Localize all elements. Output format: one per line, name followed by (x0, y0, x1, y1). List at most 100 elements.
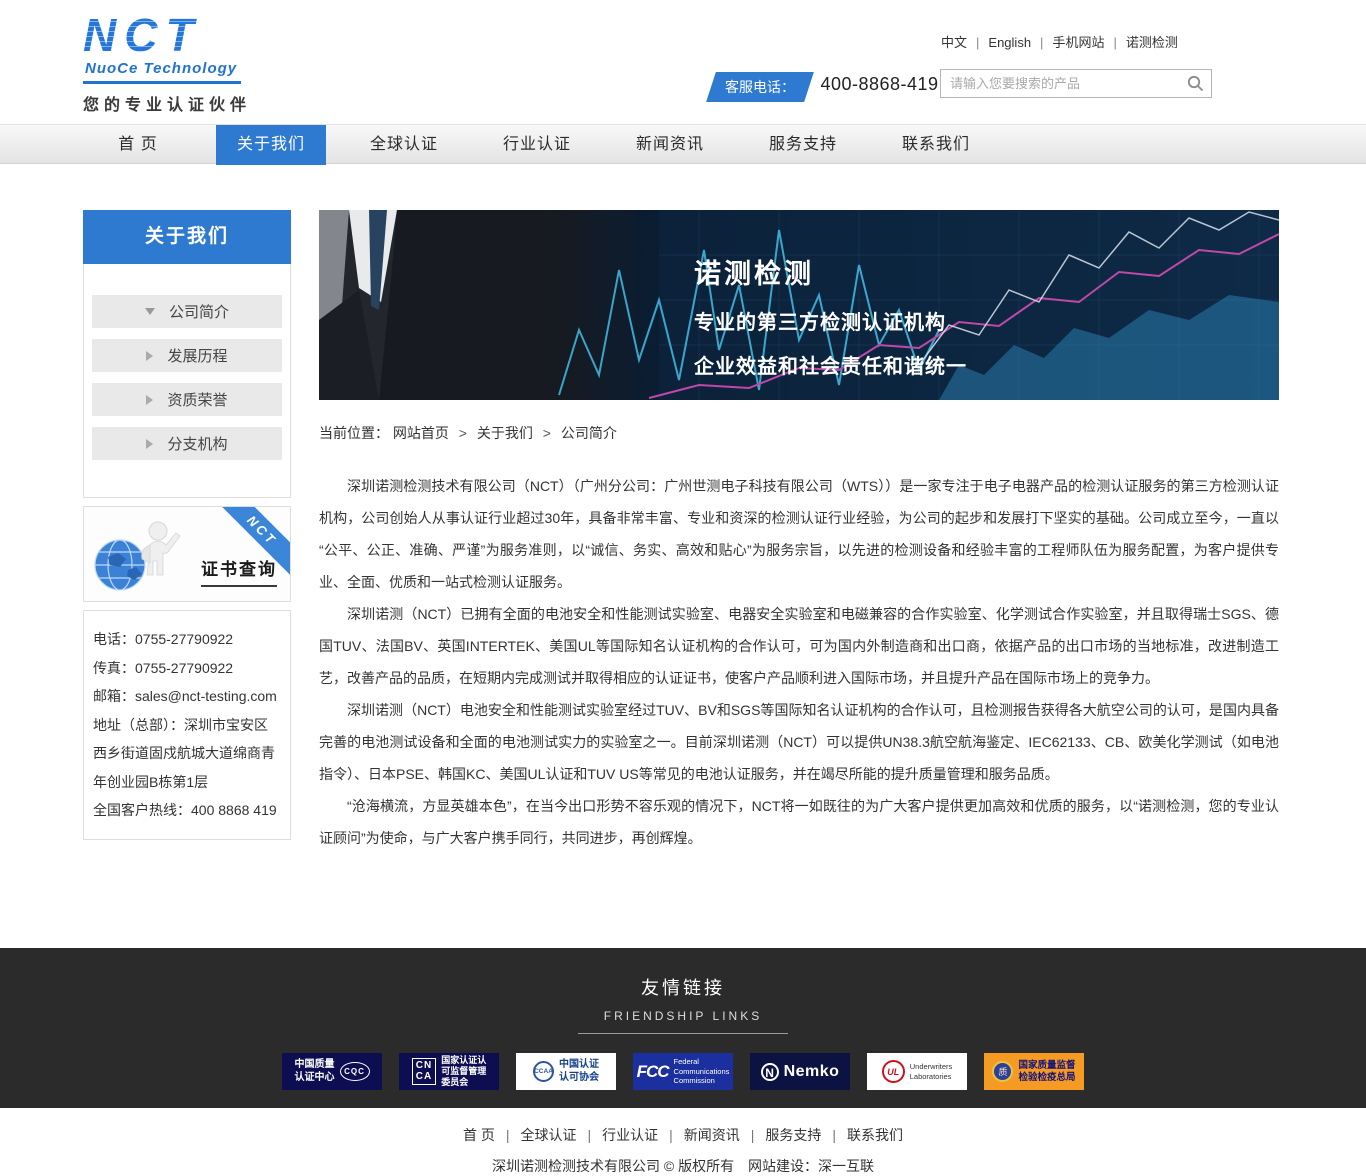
brand-logo[interactable]: NCT NuoCe Technology 您的专业认证伙伴 (83, 12, 343, 115)
nav-item-global-certification[interactable]: 全球认证 (349, 125, 459, 165)
banner-title: 诺测检测 (694, 252, 967, 291)
breadcrumb-separator: > (543, 425, 551, 441)
search-icon[interactable] (1179, 70, 1211, 97)
nav-item-about[interactable]: 关于我们 (216, 125, 326, 165)
footer-link-global-certification[interactable]: 全球认证 (520, 1127, 576, 1143)
article-paragraph: 深圳诺测（NCT）已拥有全面的电池安全和性能测试实验室、电器安全实验室和电磁兼容… (319, 598, 1279, 694)
triangle-right-icon (146, 395, 153, 405)
copyright-text: 深圳诺测检测技术有限公司 © 版权所有 (492, 1158, 734, 1174)
logo-fcc[interactable]: FCC FederalCommunicationsCommission (633, 1053, 733, 1090)
logo-ccaa[interactable]: CCAA 中国认证认可协会 (516, 1053, 616, 1090)
sidebar: 关于我们 公司简介 发展历程 资质荣誉 分支机构 NCT (83, 210, 291, 840)
contact-info-panel: 电话：0755-27790922 传真：0755-27790922 邮箱：sal… (83, 610, 291, 840)
nct-testing-link[interactable]: 诺测检测 (1126, 35, 1178, 50)
contact-hotline: 全国客户热线：400 8868 419 (93, 796, 281, 825)
service-hotline: 客服电话： 400-8868-419 (711, 72, 939, 102)
cqc-globe-icon: CQC (340, 1062, 370, 1081)
breadcrumb-current[interactable]: 公司简介 (561, 425, 617, 441)
footer-link-home[interactable]: 首 页 (463, 1127, 495, 1143)
mobile-site-link[interactable]: 手机网站 (1052, 35, 1104, 50)
separator: | (587, 1127, 591, 1143)
main-nav: 首 页 关于我们 全球认证 行业认证 新闻资讯 服务支持 联系我们 (0, 124, 1366, 164)
certificate-query-label: 证书查询 (201, 555, 277, 587)
logo-ul[interactable]: UL UnderwritersLaboratories (867, 1053, 967, 1090)
ul-circle-icon: UL (882, 1060, 905, 1083)
sidebar-item-branches[interactable]: 分支机构 (92, 427, 282, 460)
separator: | (1040, 35, 1043, 50)
logo-tagline: 您的专业认证伙伴 (83, 91, 343, 115)
article-paragraph: “沧海横流，方显英雄本色”，在当今出口形势不容乐观的情况下，NCT将一如既往的为… (319, 790, 1279, 854)
page-header: NCT NuoCe Technology 您的专业认证伙伴 中文 | English… (0, 0, 1366, 124)
separator: | (669, 1127, 673, 1143)
logo-text: NCT (83, 12, 343, 58)
sidebar-item-label: 发展历程 (167, 345, 227, 366)
contact-address: 地址（总部）：深圳市宝安区西乡街道固戍航城大道绵商青年创业园B栋第1层 (93, 711, 281, 797)
contact-email: 邮箱：sales@nct-testing.com (93, 682, 281, 711)
hotline-number: 400-8868-419 (820, 74, 938, 94)
sidebar-item-history[interactable]: 发展历程 (92, 339, 282, 372)
separator: | (1113, 35, 1116, 50)
bottom-footer: 首 页 | 全球认证 | 行业认证 | 新闻资讯 | 服务支持 | 联系我们 深圳诺测检测技术有限公… (0, 1108, 1366, 1171)
ccaa-emblem-icon: CCAA (533, 1061, 554, 1082)
copyright-line: 深圳诺测检测技术有限公司 © 版权所有 网站建设：深一互联 (0, 1156, 1366, 1176)
triangle-right-icon (146, 351, 153, 361)
certificate-query-box[interactable]: NCT 证书查询 (83, 506, 291, 602)
hotline-badge: 客服电话： (711, 72, 809, 102)
breadcrumb: 当前位置： 网站首页 > 关于我们 > 公司简介 (319, 423, 1279, 443)
nemko-circle-icon: N (761, 1063, 779, 1081)
nav-item-home[interactable]: 首 页 (83, 125, 193, 165)
suit-silhouette (319, 210, 659, 400)
article-paragraph: 深圳诺测检测技术有限公司（NCT）（广州分公司：广州世测电子科技有限公司（WTS… (319, 470, 1279, 598)
lang-english-link[interactable]: English (988, 35, 1031, 50)
logo-nemko[interactable]: N Nemko (750, 1053, 850, 1090)
sidebar-item-label: 分支机构 (167, 433, 227, 454)
sidebar-item-company-profile[interactable]: 公司简介 (92, 295, 282, 328)
breadcrumb-separator: > (459, 425, 467, 441)
breadcrumb-home-link[interactable]: 网站首页 (393, 425, 449, 441)
sidebar-item-label: 资质荣誉 (167, 389, 227, 410)
banner-text: 诺测检测 专业的第三方检测认证机构 企业效益和社会责任和谐统一 (694, 252, 967, 379)
triangle-right-icon (146, 439, 153, 449)
top-links: 中文 | English | 手机网站 | 诺测检测 (941, 32, 1178, 51)
site-builder-text[interactable]: 网站建设：深一互联 (748, 1158, 874, 1174)
nav-item-news[interactable]: 新闻资讯 (615, 125, 725, 165)
search-box (940, 69, 1212, 98)
nav-item-industry-certification[interactable]: 行业认证 (482, 125, 592, 165)
content-area: 诺测检测 专业的第三方检测认证机构 企业效益和社会责任和谐统一 当前位置： 网站… (319, 210, 1279, 854)
separator: | (751, 1127, 755, 1143)
separator: | (832, 1127, 836, 1143)
contact-fax: 传真：0755-27790922 (93, 654, 281, 683)
friendship-links-footer: 友情链接 FRIENDSHIP LINKS 中国质量认证中心 CQC CNCA … (0, 948, 1366, 1108)
sidebar-item-qualifications[interactable]: 资质荣誉 (92, 383, 282, 416)
fcc-badge-icon: FCC (637, 1062, 669, 1082)
article-paragraph: 深圳诺测（NCT）电池安全和性能测试实验室经过TUV、BV和SGS等国际知名认证… (319, 694, 1279, 790)
footer-link-contact[interactable]: 联系我们 (847, 1127, 903, 1143)
cnca-badge-icon: CNCA (412, 1058, 436, 1085)
lang-chinese-link[interactable]: 中文 (941, 35, 967, 50)
triangle-down-icon (145, 308, 155, 315)
banner-subtitle-2: 企业效益和社会责任和谐统一 (694, 350, 967, 379)
separator: | (506, 1127, 510, 1143)
breadcrumb-label: 当前位置： (319, 425, 389, 441)
logo-aqsiq[interactable]: 质 国家质量监督检验检疫总局 (984, 1053, 1084, 1090)
sidebar-item-label: 公司简介 (169, 301, 229, 322)
breadcrumb-about-link[interactable]: 关于我们 (477, 425, 533, 441)
footer-link-service-support[interactable]: 服务支持 (765, 1127, 821, 1143)
aqsiq-emblem-icon: 质 (992, 1061, 1013, 1082)
about-menu-panel: 关于我们 公司简介 发展历程 资质荣誉 分支机构 (83, 210, 291, 498)
nav-item-contact[interactable]: 联系我们 (881, 125, 991, 165)
footer-link-news[interactable]: 新闻资讯 (684, 1127, 740, 1143)
search-input[interactable] (941, 76, 1179, 91)
nav-item-service-support[interactable]: 服务支持 (748, 125, 858, 165)
logo-subtitle: NuoCe Technology (83, 58, 241, 84)
logo-cnca[interactable]: CNCA 国家认证认可监督管理委员会 (399, 1053, 499, 1090)
contact-phone: 电话：0755-27790922 (93, 625, 281, 654)
footer-nav-links: 首 页 | 全球认证 | 行业认证 | 新闻资讯 | 服务支持 | 联系我们 (0, 1125, 1366, 1145)
friendship-title: 友情链接 (0, 948, 1366, 1000)
separator: | (976, 35, 979, 50)
footer-link-industry-certification[interactable]: 行业认证 (602, 1127, 658, 1143)
globe-person-icon (90, 515, 194, 600)
friendship-subtitle: FRIENDSHIP LINKS (578, 1009, 788, 1034)
logo-cqc[interactable]: 中国质量认证中心 CQC (282, 1053, 382, 1090)
hero-banner: 诺测检测 专业的第三方检测认证机构 企业效益和社会责任和谐统一 (319, 210, 1279, 400)
